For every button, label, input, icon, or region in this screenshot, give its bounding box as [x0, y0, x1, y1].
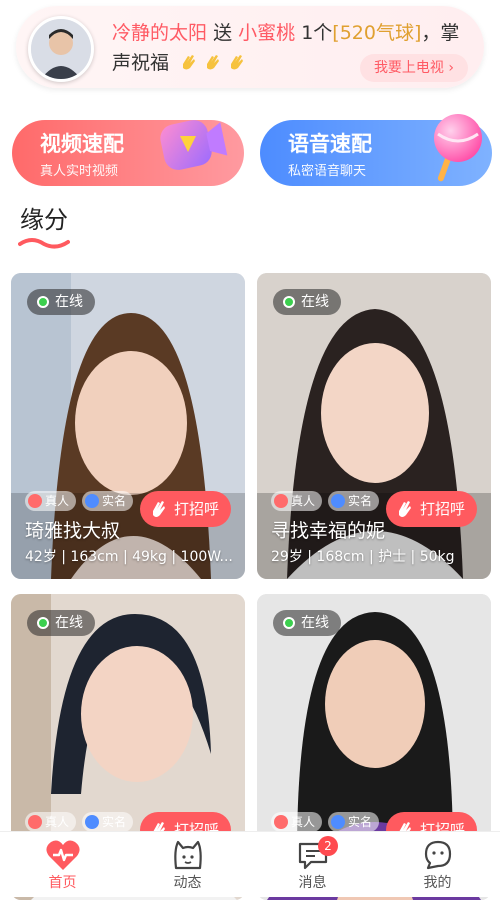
nav-label: 消息 [298, 875, 327, 891]
nav-label: 动态 [173, 875, 202, 891]
sender-name[interactable]: 冷静的太阳 [112, 22, 207, 44]
smile-bubble-icon [424, 840, 451, 870]
greet-button[interactable]: 打招呼 [139, 491, 231, 527]
person-icon [274, 494, 288, 508]
verify-tags: 真人 实名 [271, 491, 380, 511]
profile-name: 琦雅找大叔 [25, 520, 121, 542]
online-status: 在线 [27, 289, 95, 315]
person-icon [28, 815, 42, 829]
real-name-tag: 实名 [328, 812, 380, 832]
nav-label: 我的 [423, 875, 452, 891]
video-camera-icon [160, 120, 228, 170]
clap-icon [183, 55, 196, 70]
online-status: 在线 [273, 610, 341, 636]
greet-button[interactable]: 打招呼 [385, 491, 477, 527]
online-status: 在线 [27, 610, 95, 636]
profile-name: 寻找幸福的妮 [271, 520, 386, 542]
profile-info: 42岁 | 163cm | 49kg | 100W... [25, 549, 233, 565]
video-match-card[interactable]: 视频速配 真人实时视频 [12, 120, 244, 186]
clap-icons [179, 52, 251, 74]
nav-moments[interactable]: 动态 [125, 832, 250, 897]
wave-hand-icon [152, 501, 165, 517]
voice-match-title: 语音速配 [288, 132, 372, 156]
voice-match-card[interactable]: 语音速配 私密语音聊天 [260, 114, 492, 186]
video-match-subtitle: 真人实时视频 [40, 164, 119, 179]
real-name-tag: 实名 [82, 491, 134, 511]
nav-profile[interactable]: 我的 [375, 832, 500, 897]
online-dot-icon [37, 296, 49, 308]
go-on-tv-button[interactable]: 我要上电视 › [359, 54, 468, 82]
profile-card[interactable]: 在线 真人 实名 打招呼 琦雅找大叔 42岁 | 163cm | 49kg | … [11, 273, 245, 579]
receiver-name[interactable]: 小蜜桃 [238, 22, 295, 44]
check-icon [331, 815, 346, 829]
verify-tags: 真人 实名 [25, 491, 134, 511]
clap-icon [231, 55, 244, 70]
real-person-tag: 真人 [271, 491, 323, 511]
section-underline [18, 238, 70, 249]
clap-icon [207, 55, 220, 70]
real-person-tag: 真人 [25, 491, 77, 511]
verify-tags: 真人 实名 [271, 812, 380, 832]
verify-tags: 真人 实名 [25, 812, 134, 832]
real-person-tag: 真人 [25, 812, 77, 832]
gift-banner[interactable]: 冷静的太阳 送 小蜜桃 1个[520气球]，掌声祝福 我要上电视 › [16, 6, 484, 88]
real-name-tag: 实名 [82, 812, 134, 832]
nav-messages[interactable]: 2 消息 [250, 832, 375, 897]
section-title: 缘分 [20, 206, 68, 234]
avatar[interactable] [28, 16, 94, 82]
video-match-title: 视频速配 [40, 132, 124, 156]
real-person-tag: 真人 [271, 812, 323, 832]
cat-face-icon [173, 840, 202, 870]
check-icon [85, 815, 100, 829]
online-dot-icon [283, 296, 295, 308]
person-icon [274, 815, 288, 829]
heart-pulse-icon [45, 840, 80, 870]
voice-match-subtitle: 私密语音聊天 [288, 164, 367, 179]
online-status: 在线 [273, 289, 341, 315]
check-icon [85, 494, 100, 508]
check-icon [331, 494, 346, 508]
wave-hand-icon [398, 501, 411, 517]
profile-card[interactable]: 在线 真人 实名 打招呼 寻找幸福的妮 29岁 | 168cm | 护士 | 5… [257, 273, 491, 579]
online-dot-icon [37, 617, 49, 629]
person-icon [28, 494, 42, 508]
profile-info: 29岁 | 168cm | 护士 | 50kg [271, 549, 455, 565]
gift-name: [520气球] [332, 22, 422, 44]
online-dot-icon [283, 617, 295, 629]
unread-badge: 2 [318, 836, 338, 856]
nav-label: 首页 [48, 875, 77, 891]
lollipop-mic-icon [434, 114, 482, 182]
bottom-nav: 首页 动态 2 消息 我的 [0, 831, 500, 897]
real-name-tag: 实名 [328, 491, 380, 511]
nav-home[interactable]: 首页 [0, 832, 125, 897]
